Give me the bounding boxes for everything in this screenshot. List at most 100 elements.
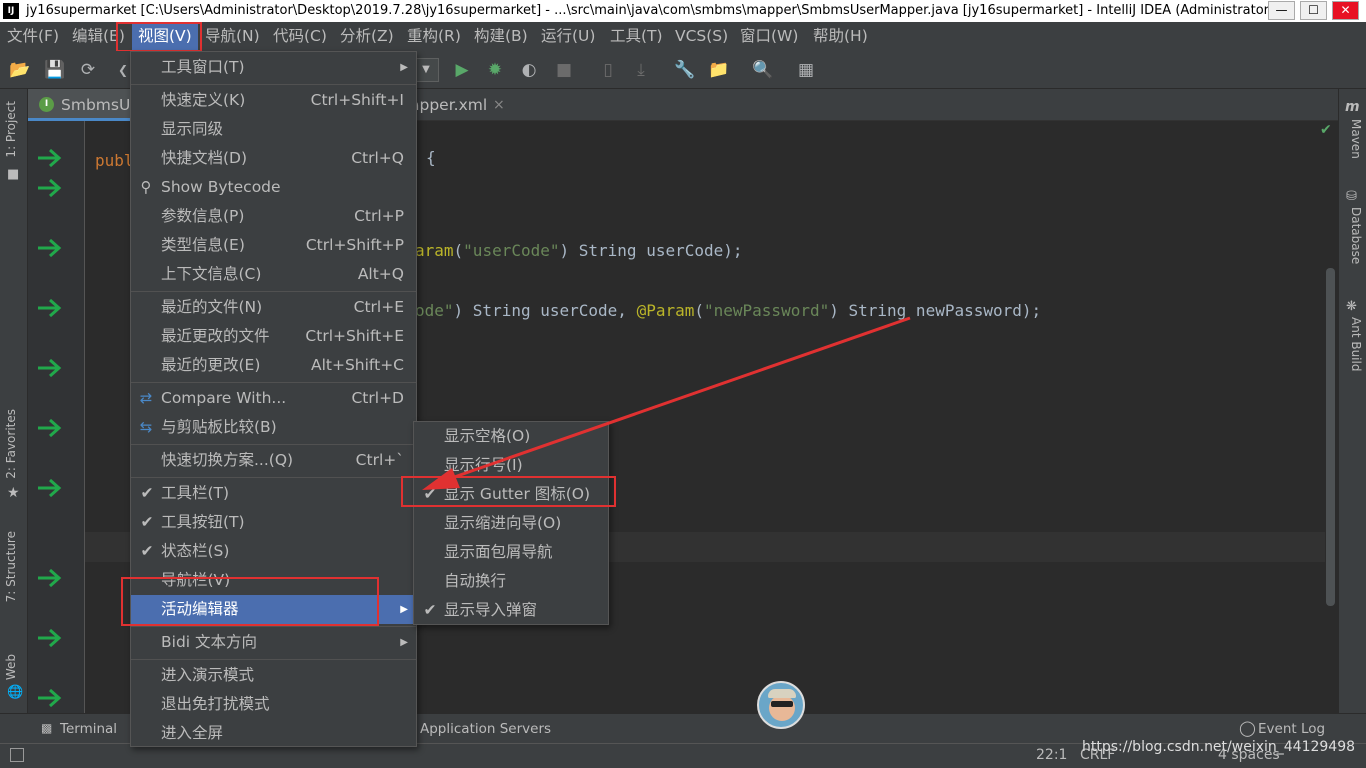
gutter-implementation-icon[interactable] <box>36 477 64 499</box>
menu-item-toolbar[interactable]: ✔ 工具栏(T) <box>131 479 416 508</box>
gutter-implementation-icon[interactable] <box>36 237 64 259</box>
code-line-get-user: aram("userCode") String userCode); <box>415 241 743 260</box>
code-brace: { <box>426 148 436 167</box>
search-icon[interactable]: 🔍 <box>752 59 774 81</box>
deploy-icon[interactable]: ⤓ <box>630 59 652 81</box>
project-structure-icon[interactable]: 📁 <box>708 59 730 81</box>
checkmark-icon: ✔ <box>140 484 154 502</box>
inspection-ok-icon[interactable]: ✔ <box>1320 122 1332 138</box>
layout-toggle-icon[interactable] <box>10 748 24 762</box>
menu-refactor[interactable]: 重构(R) <box>407 22 461 51</box>
gutter-implementation-icon[interactable] <box>36 147 64 169</box>
open-folder-icon[interactable]: 📂 <box>9 59 31 81</box>
gutter-implementation-icon[interactable] <box>36 297 64 319</box>
caret-position[interactable]: 22:1 <box>1036 747 1067 763</box>
highlight-box-active-editor <box>121 577 379 626</box>
menu-run[interactable]: 运行(U) <box>541 22 595 51</box>
menu-build[interactable]: 构建(B) <box>474 22 528 51</box>
structure-tool-button[interactable]: 7: Structure <box>4 531 24 602</box>
event-log-button[interactable]: Event Log <box>1258 721 1325 737</box>
menu-tools[interactable]: 工具(T) <box>610 22 663 51</box>
terminal-icon: ▩ <box>41 721 53 735</box>
menu-item-exit-distraction-free[interactable]: 退出免打扰模式 <box>131 690 416 719</box>
menu-item-full-screen[interactable]: 进入全屏 <box>131 719 416 748</box>
menu-item-presentation-mode[interactable]: 进入演示模式 <box>131 661 416 690</box>
menu-code[interactable]: 代码(C) <box>273 22 327 51</box>
vcs-icon[interactable]: ▦ <box>795 59 817 81</box>
minimize-button[interactable]: — <box>1268 1 1295 20</box>
save-icon[interactable]: 💾 <box>44 59 66 81</box>
menu-item-status-bar[interactable]: ✔ 状态栏(S) <box>131 537 416 566</box>
view-menu-dropdown: 工具窗口(T) ▶ 快速定义(K) Ctrl+Shift+I 显示同级 快捷文档(D… <box>130 51 417 747</box>
maven-tool-button[interactable]: Maven <box>1343 119 1363 159</box>
gutter-implementation-icon[interactable] <box>36 177 64 199</box>
menu-item-quick-switch-scheme[interactable]: 快速切换方案...(Q) Ctrl+` <box>131 446 416 475</box>
menu-item-context-info[interactable]: 上下文信息(C) Alt+Q <box>131 260 416 289</box>
checkmark-icon: ✔ <box>140 542 154 560</box>
favorites-tool-button[interactable]: 2: Favorites <box>4 409 24 479</box>
tab-close-icon[interactable]: × <box>493 89 505 121</box>
menu-item-quick-documentation[interactable]: 快捷文档(D) Ctrl+Q <box>131 144 416 173</box>
menu-item-recent-files[interactable]: 最近的文件(N) Ctrl+E <box>131 293 416 322</box>
watermark: https://blog.csdn.net/weixin_44129498 <box>1082 739 1356 755</box>
star-icon: ★ <box>7 485 20 501</box>
editor-scrollbar[interactable] <box>1326 268 1335 606</box>
terminal-button[interactable]: Terminal <box>60 721 117 737</box>
submenu-item-show-indent-guides[interactable]: 显示缩进向导(O) <box>414 509 608 538</box>
maven-icon: m <box>1345 99 1360 115</box>
menu-file[interactable]: 文件(F) <box>7 22 59 51</box>
web-tool-button[interactable]: Web <box>4 654 24 680</box>
menu-item-parameter-info[interactable]: 参数信息(P) Ctrl+P <box>131 202 416 231</box>
menu-window[interactable]: 窗口(W) <box>740 22 798 51</box>
menu-separator <box>131 382 416 383</box>
submenu-arrow-icon: ▶ <box>400 637 408 648</box>
gutter-implementation-icon[interactable] <box>36 687 64 709</box>
clipboard-compare-icon: ⇆ <box>139 418 153 436</box>
coverage-icon[interactable]: ◐ <box>518 59 540 81</box>
intellij-logo-icon: IJ <box>3 3 19 19</box>
run-icon[interactable]: ▶ <box>451 59 473 81</box>
tab-label: SmbmsU <box>61 96 131 114</box>
menu-separator <box>131 444 416 445</box>
gutter-implementation-icon[interactable] <box>36 357 64 379</box>
application-servers-button[interactable]: Application Servers <box>420 721 551 737</box>
menu-item-recent-changes[interactable]: 最近的更改(E) Alt+Shift+C <box>131 351 416 380</box>
menu-item-quick-definition[interactable]: 快速定义(K) Ctrl+Shift+I <box>131 86 416 115</box>
menu-item-tool-windows[interactable]: 工具窗口(T) ▶ <box>131 53 416 82</box>
checkmark-icon: ✔ <box>140 513 154 531</box>
debug-icon[interactable]: ✹ <box>484 59 506 81</box>
menu-item-recently-changed-files[interactable]: 最近更改的文件 Ctrl+Shift+E <box>131 322 416 351</box>
menu-item-tool-buttons[interactable]: ✔ 工具按钮(T) <box>131 508 416 537</box>
menu-item-type-info[interactable]: 类型信息(E) Ctrl+Shift+P <box>131 231 416 260</box>
tab-mapper-xml[interactable]: apper.xml <box>410 89 487 121</box>
globe-icon: 🌐 <box>7 685 24 700</box>
submenu-item-soft-wrap[interactable]: 自动换行 <box>414 567 608 596</box>
build-artifact-icon[interactable]: ▯ <box>597 59 619 81</box>
menu-item-compare-clipboard[interactable]: ⇆ 与剪贴板比较(B) <box>131 413 416 442</box>
menu-item-compare-with[interactable]: ⇄ Compare With... Ctrl+D <box>131 384 416 413</box>
sync-icon[interactable]: ⟳ <box>77 59 99 81</box>
ant-build-tool-button[interactable]: Ant Build <box>1343 317 1363 371</box>
gutter-implementation-icon[interactable] <box>36 417 64 439</box>
wrench-icon[interactable]: 🔧 <box>674 59 696 81</box>
menu-item-show-bytecode[interactable]: ⚲ Show Bytecode <box>131 173 416 202</box>
tab-smbms-user-mapper[interactable]: I SmbmsU <box>28 89 130 121</box>
submenu-item-show-breadcrumbs[interactable]: 显示面包屑导航 <box>414 538 608 567</box>
submenu-arrow-icon: ▶ <box>400 62 408 73</box>
database-tool-button[interactable]: Database <box>1343 207 1363 264</box>
menu-item-show-siblings[interactable]: 显示同级 <box>131 115 416 144</box>
maximize-button[interactable]: ☐ <box>1300 1 1327 20</box>
project-tool-button[interactable]: 1: Project <box>4 101 24 158</box>
menu-analyze[interactable]: 分析(Z) <box>340 22 394 51</box>
folder-icon: ■ <box>7 167 20 182</box>
stop-icon[interactable]: ■ <box>553 59 575 81</box>
gutter-implementation-icon[interactable] <box>36 567 64 589</box>
menu-vcs[interactable]: VCS(S) <box>675 22 728 51</box>
menu-navigate[interactable]: 导航(N) <box>205 22 260 51</box>
gutter-implementation-icon[interactable] <box>36 627 64 649</box>
menu-separator <box>131 626 416 627</box>
submenu-item-show-import-popup[interactable]: ✔ 显示导入弹窗 <box>414 596 608 625</box>
menu-help[interactable]: 帮助(H) <box>813 22 868 51</box>
menu-item-bidi-text-direction[interactable]: Bidi 文本方向 ▶ <box>131 628 416 657</box>
close-button[interactable]: ✕ <box>1332 1 1359 20</box>
